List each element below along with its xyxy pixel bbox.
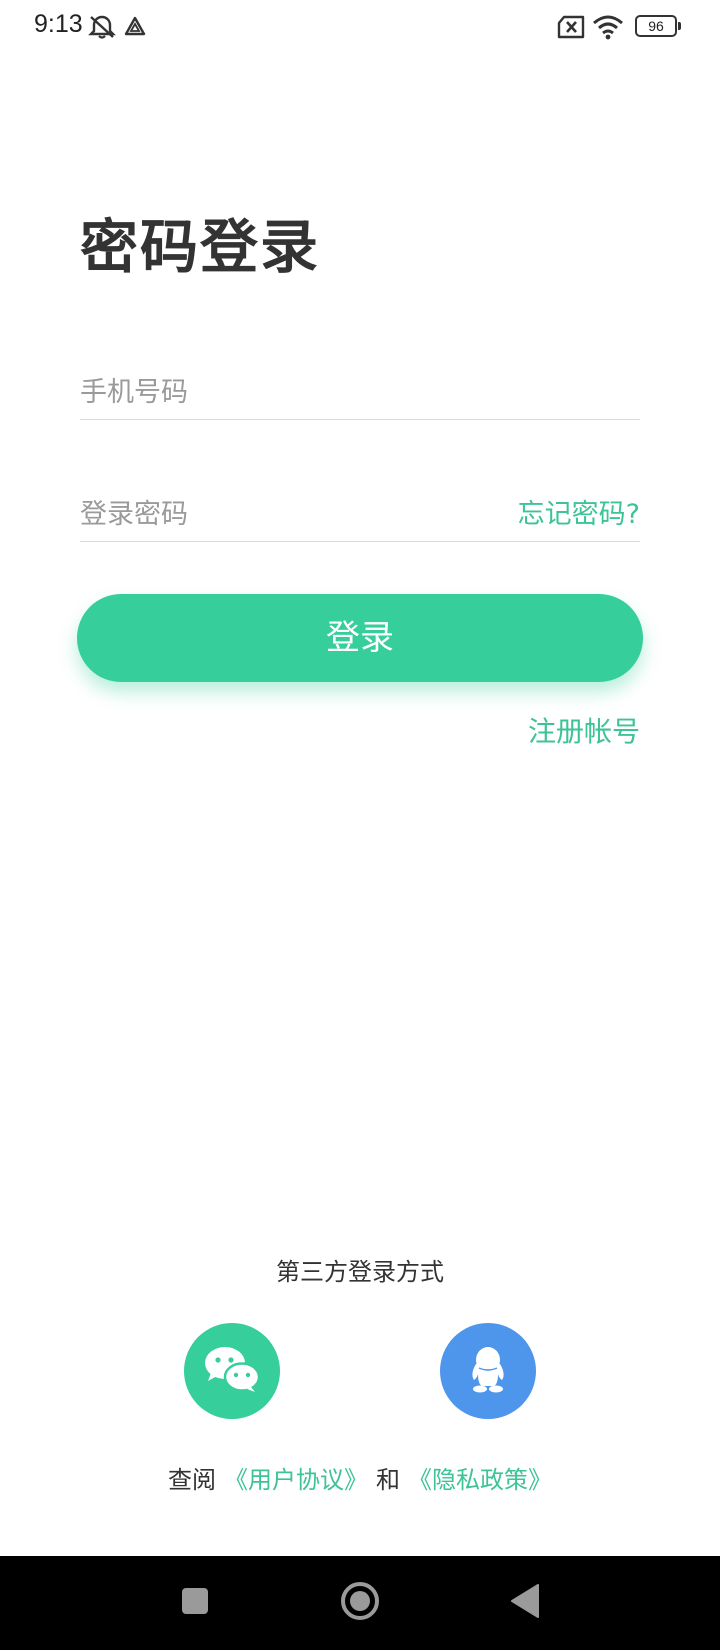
recents-button[interactable] [165, 1556, 225, 1650]
agreement-prefix: 查阅 [168, 1466, 216, 1494]
home-icon [339, 1580, 381, 1626]
back-icon [510, 1584, 540, 1622]
wechat-login-button[interactable] [184, 1323, 280, 1419]
login-button[interactable]: 登录 [77, 594, 643, 682]
phone-input[interactable]: 手机号码 [80, 350, 640, 420]
drive-icon [124, 12, 146, 42]
no-sim-icon [556, 12, 586, 42]
qq-icon [466, 1344, 510, 1398]
recents-icon [181, 1587, 209, 1619]
qq-login-button[interactable] [440, 1323, 536, 1419]
mute-alarm-icon [88, 12, 116, 42]
status-bar: 9:13 96 [0, 0, 720, 56]
phone-placeholder: 手机号码 [80, 377, 188, 408]
navigation-bar [0, 1556, 720, 1650]
agreement-line: 查阅 《用户协议》和《隐私政策》 [0, 1460, 720, 1495]
page-title: 密码登录 [80, 213, 321, 281]
back-button[interactable] [495, 1556, 555, 1650]
forgot-password-link[interactable]: 忘记密码? [518, 492, 640, 531]
agreement-and: 和 [376, 1466, 400, 1494]
status-time: 9:13 [34, 10, 83, 38]
user-agreement-link[interactable]: 《用户协议》 [224, 1466, 368, 1494]
home-button[interactable] [330, 1556, 390, 1650]
wechat-icon [203, 1345, 261, 1397]
wifi-icon [592, 12, 624, 42]
password-placeholder: 登录密码 [80, 499, 188, 530]
privacy-policy-link[interactable]: 《隐私政策》 [408, 1466, 552, 1494]
battery-icon: 96 [635, 15, 681, 37]
password-input[interactable]: 登录密码 忘记密码? [80, 472, 640, 542]
third-party-title: 第三方登录方式 [276, 1258, 444, 1286]
login-page: 9:13 96 密码登录 手机号码 登录密码 忘记密码? 登录 注册帐号 第三方… [0, 0, 720, 1650]
register-link[interactable]: 注册帐号 [528, 710, 640, 750]
